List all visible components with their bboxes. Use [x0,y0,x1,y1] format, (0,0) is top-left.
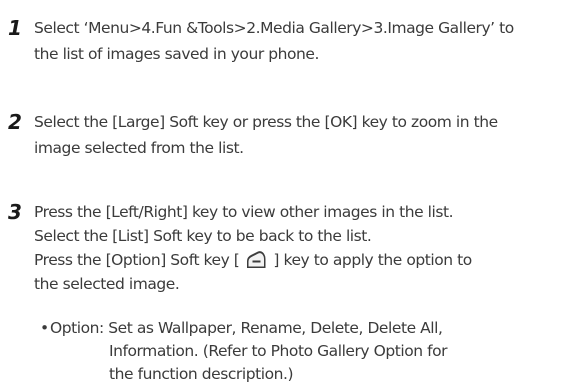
step-line: the list of images saved in your phone. [34,45,319,63]
step-line: image selected from the list. [34,139,244,157]
option-text: Option: Set as Wallpaper, Rename, Delete… [50,315,448,387]
step-line-part: Press the [Option] Soft key [ [34,251,240,269]
step-line: Select the [Large] Soft key or press the… [34,113,498,131]
step-line: the selected image. [34,275,180,293]
step-text: Select the [Large] Soft key or press the… [34,109,586,161]
step-line-with-icon: Press the [Option] Soft key [ ] key to a… [34,247,586,273]
step-3: 3 Press the [Left/Right] key to view oth… [8,199,586,297]
step-text: Select ‘Menu>4.Fun &Tools>2.Media Galler… [34,15,586,67]
step-line-part: ] key to apply the option to [273,251,472,269]
option-line: the function description.) [109,365,294,383]
option-note: • Option: Set as Wallpaper, Rename, Dele… [40,315,448,387]
bullet: • [40,319,49,337]
option-softkey-icon [245,250,267,270]
step-number: 2 [8,110,22,134]
step-number: 1 [8,16,22,40]
step-number: 3 [8,200,22,224]
step-text: Press the [Left/Right] key to view other… [34,199,586,297]
step-line: Select the [List] Soft key to be back to… [34,227,372,245]
step-1: 1 Select ‘Menu>4.Fun &Tools>2.Media Gall… [8,15,586,67]
step-2: 2 Select the [Large] Soft key or press t… [8,109,586,161]
step-line: Select ‘Menu>4.Fun &Tools>2.Media Galler… [34,19,514,37]
step-line: Press the [Left/Right] key to view other… [34,203,454,221]
